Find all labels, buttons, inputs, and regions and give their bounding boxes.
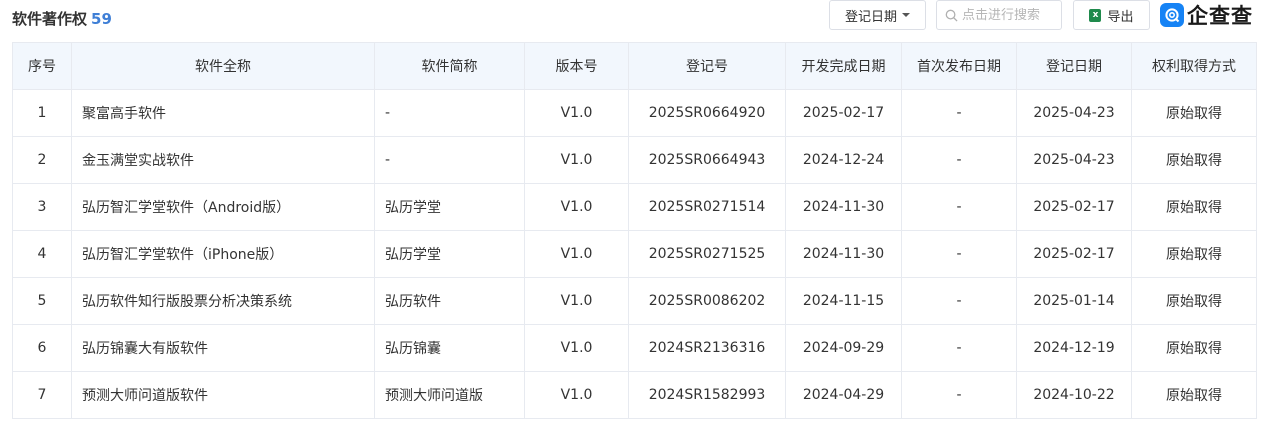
excel-icon: x xyxy=(1089,8,1102,22)
header-version: 版本号 xyxy=(524,42,629,90)
header-publish-date: 首次发布日期 xyxy=(901,42,1017,90)
cell-full-name: 弘历智汇学堂软件（Android版） xyxy=(71,183,375,231)
header-reg-date: 登记日期 xyxy=(1016,42,1132,90)
cell-version: V1.0 xyxy=(524,183,629,231)
cell-index: 7 xyxy=(12,371,72,419)
toolbar: 软件著作权59 登记日期 x 导出 企查查 xyxy=(0,0,1267,40)
cell-reg-number: 2025SR0086202 xyxy=(628,277,786,325)
cell-reg-number: 2024SR2136316 xyxy=(628,324,786,372)
cell-reg-date: 2025-04-23 xyxy=(1016,89,1132,137)
search-box[interactable] xyxy=(936,0,1062,30)
cell-reg-number: 2025SR0271525 xyxy=(628,230,786,278)
cell-short-name: 预测大师问道版 xyxy=(374,371,525,419)
cell-reg-date: 2024-12-19 xyxy=(1016,324,1132,372)
header-short-name: 软件简称 xyxy=(374,42,525,90)
cell-rights-method: 原始取得 xyxy=(1131,230,1257,278)
table-row: 3 弘历智汇学堂软件（Android版） 弘历学堂 V1.0 2025SR027… xyxy=(12,183,1257,231)
cell-index: 4 xyxy=(12,230,72,278)
cell-index: 1 xyxy=(12,89,72,137)
cell-reg-number: 2025SR0664943 xyxy=(628,136,786,184)
table-row: 7 预测大师问道版软件 预测大师问道版 V1.0 2024SR1582993 2… xyxy=(12,371,1257,419)
header-dev-date: 开发完成日期 xyxy=(785,42,902,90)
cell-version: V1.0 xyxy=(524,230,629,278)
cell-version: V1.0 xyxy=(524,136,629,184)
cell-reg-date: 2025-02-17 xyxy=(1016,183,1132,231)
cell-publish-date: - xyxy=(901,230,1017,278)
cell-reg-number: 2025SR0271514 xyxy=(628,183,786,231)
cell-index: 2 xyxy=(12,136,72,184)
cell-rights-method: 原始取得 xyxy=(1131,89,1257,137)
table-row: 1 聚富高手软件 - V1.0 2025SR0664920 2025-02-17… xyxy=(12,89,1257,137)
header-rights-method: 权利取得方式 xyxy=(1131,42,1257,90)
table-row: 5 弘历软件知行版股票分析决策系统 弘历软件 V1.0 2025SR008620… xyxy=(12,277,1257,325)
cell-short-name: 弘历学堂 xyxy=(374,230,525,278)
cell-index: 6 xyxy=(12,324,72,372)
cell-short-name: - xyxy=(374,136,525,184)
cell-publish-date: - xyxy=(901,277,1017,325)
software-copyright-table: 序号 软件全称 软件简称 版本号 登记号 开发完成日期 首次发布日期 登记日期 … xyxy=(12,42,1257,419)
cell-publish-date: - xyxy=(901,183,1017,231)
cell-reg-date: 2025-02-17 xyxy=(1016,230,1132,278)
table-row: 2 金玉满堂实战软件 - V1.0 2025SR0664943 2024-12-… xyxy=(12,136,1257,184)
cell-index: 5 xyxy=(12,277,72,325)
cell-full-name: 预测大师问道版软件 xyxy=(71,371,375,419)
cell-rights-method: 原始取得 xyxy=(1131,277,1257,325)
cell-version: V1.0 xyxy=(524,89,629,137)
cell-version: V1.0 xyxy=(524,324,629,372)
date-filter-button[interactable]: 登记日期 xyxy=(829,0,926,30)
section-title-text: 软件著作权 xyxy=(12,10,88,28)
date-filter-label: 登记日期 xyxy=(844,9,897,25)
cell-dev-date: 2024-12-24 xyxy=(785,136,902,184)
cell-dev-date: 2024-11-30 xyxy=(785,230,902,278)
cell-dev-date: 2024-11-30 xyxy=(785,183,902,231)
cell-reg-number: 2024SR1582993 xyxy=(628,371,786,419)
cell-rights-method: 原始取得 xyxy=(1131,183,1257,231)
cell-dev-date: 2024-09-29 xyxy=(785,324,902,372)
cell-publish-date: - xyxy=(901,89,1017,137)
cell-full-name: 金玉满堂实战软件 xyxy=(71,136,375,184)
cell-short-name: 弘历软件 xyxy=(374,277,525,325)
cell-short-name: 弘历学堂 xyxy=(374,183,525,231)
table-row: 6 弘历锦囊大有版软件 弘历锦囊 V1.0 2024SR2136316 2024… xyxy=(12,324,1257,372)
logo-text: 企查查 xyxy=(1187,4,1253,28)
cell-full-name: 弘历软件知行版股票分析决策系统 xyxy=(71,277,375,325)
section-title: 软件著作权 59 xyxy=(12,8,112,29)
record-count[interactable]: 59 xyxy=(91,10,112,28)
cell-publish-date: - xyxy=(901,324,1017,372)
table-row: 4 弘历智汇学堂软件（iPhone版） 弘历学堂 V1.0 2025SR0271… xyxy=(12,230,1257,278)
cell-short-name: 弘历锦囊 xyxy=(374,324,525,372)
cell-reg-date: 2025-01-14 xyxy=(1016,277,1132,325)
export-button[interactable]: x 导出 xyxy=(1073,0,1150,30)
cell-short-name: - xyxy=(374,89,525,137)
header-full-name: 软件全称 xyxy=(71,42,375,90)
search-input[interactable] xyxy=(962,7,1057,23)
search-icon xyxy=(945,9,958,22)
cell-version: V1.0 xyxy=(524,371,629,419)
logo-mark-icon xyxy=(1160,3,1184,27)
cell-reg-date: 2024-10-22 xyxy=(1016,371,1132,419)
cell-reg-date: 2025-04-23 xyxy=(1016,136,1132,184)
cell-dev-date: 2025-02-17 xyxy=(785,89,902,137)
cell-reg-number: 2025SR0664920 xyxy=(628,89,786,137)
header-index: 序号 xyxy=(12,42,72,90)
cell-rights-method: 原始取得 xyxy=(1131,136,1257,184)
cell-dev-date: 2024-04-29 xyxy=(785,371,902,419)
cell-publish-date: - xyxy=(901,371,1017,419)
cell-full-name: 弘历锦囊大有版软件 xyxy=(71,324,375,372)
cell-rights-method: 原始取得 xyxy=(1131,324,1257,372)
table-header-row: 序号 软件全称 软件简称 版本号 登记号 开发完成日期 首次发布日期 登记日期 … xyxy=(12,42,1257,90)
header-reg-number: 登记号 xyxy=(628,42,786,90)
cell-rights-method: 原始取得 xyxy=(1131,371,1257,419)
cell-publish-date: - xyxy=(901,136,1017,184)
cell-full-name: 聚富高手软件 xyxy=(71,89,375,137)
cell-index: 3 xyxy=(12,183,72,231)
caret-down-icon xyxy=(902,13,910,17)
export-label: 导出 xyxy=(1107,9,1134,25)
qichacha-logo[interactable]: 企查查 xyxy=(1160,1,1253,29)
cell-version: V1.0 xyxy=(524,277,629,325)
cell-dev-date: 2024-11-15 xyxy=(785,277,902,325)
cell-full-name: 弘历智汇学堂软件（iPhone版） xyxy=(71,230,375,278)
